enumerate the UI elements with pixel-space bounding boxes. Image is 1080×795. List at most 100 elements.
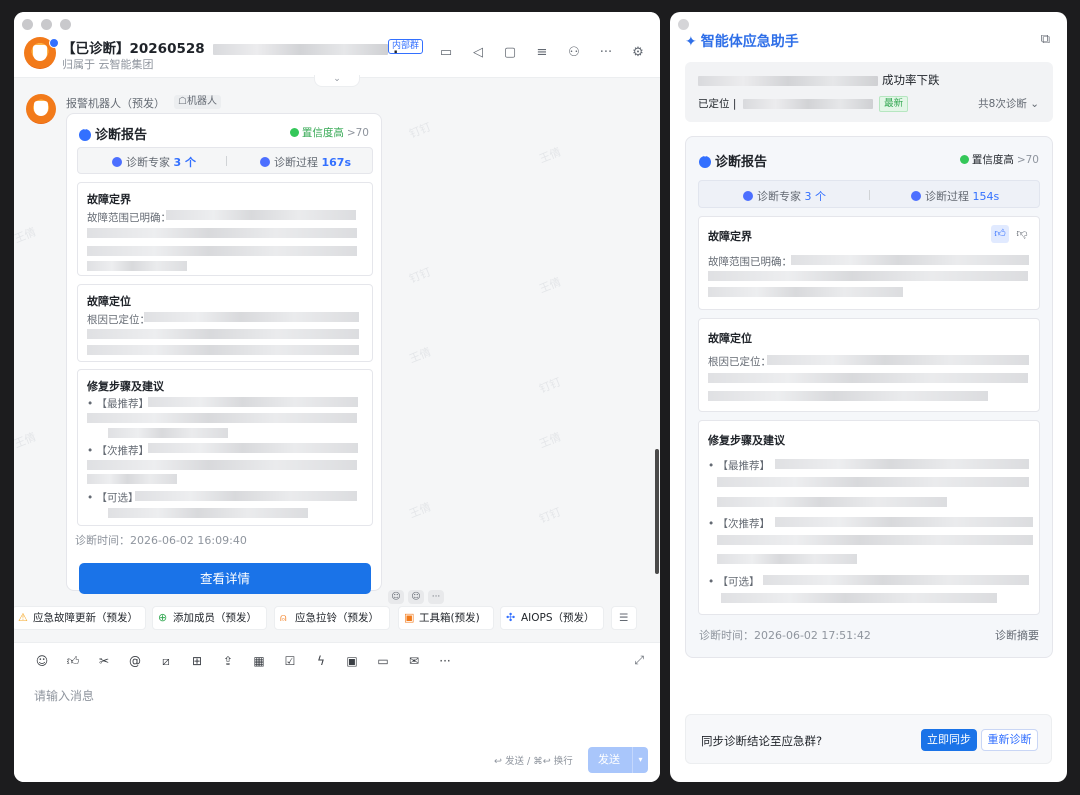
fault-location-section: 故障定位 根因已定位：: [77, 284, 373, 362]
avatar-badge: [49, 38, 59, 48]
upload-icon[interactable]: ⇪: [220, 653, 236, 669]
reply-icon[interactable]: ☺: [408, 590, 424, 604]
section-title: 故障定界: [87, 193, 131, 206]
fault-location-section: 故障定位 根因已定位：: [698, 318, 1040, 412]
calendar-icon[interactable]: ▦: [251, 653, 267, 669]
diagnosis-summary-link[interactable]: 诊断摘要: [995, 627, 1039, 643]
section-line: 故障范围已明确：: [708, 256, 792, 268]
aiops-icon: ✣: [506, 611, 516, 624]
rediagnose-button[interactable]: 重新诊断: [981, 729, 1038, 751]
recommendation-item: • 【可选】: [708, 576, 760, 588]
redacted-text: [791, 255, 1029, 265]
watermark-text: 钉钉: [537, 375, 563, 396]
more-icon[interactable]: ···: [428, 590, 444, 604]
more-icon[interactable]: ···: [598, 45, 614, 61]
card-title: 诊断报告: [79, 124, 147, 143]
watermark-text: 王倩: [537, 275, 563, 296]
recommendation-item: • 【可选】: [87, 492, 139, 504]
quick-action-emergency-bell[interactable]: ⍝ 应急拉铃（预发）: [274, 606, 390, 630]
minimize-window-button[interactable]: [41, 19, 52, 30]
zoom-window-button[interactable]: [60, 19, 71, 30]
experts-stat[interactable]: 诊断专家 3 个: [743, 188, 826, 204]
quick-action-fault-update[interactable]: ⚠ 应急故障更新（预发）: [14, 606, 146, 630]
mention-icon[interactable]: @: [127, 653, 143, 669]
expand-icon[interactable]: ⤢: [634, 653, 644, 668]
diagnosis-count-dropdown[interactable]: 共8次诊断 ⌄: [978, 96, 1039, 111]
section-title: 修复步骤及建议: [708, 434, 785, 447]
folder-icon[interactable]: ▢: [502, 45, 518, 61]
sync-prompt: 同步诊断结论至应急群? 立即同步 重新诊断: [685, 714, 1052, 764]
video-call-icon[interactable]: ▭: [375, 653, 391, 669]
scrollbar[interactable]: [655, 449, 659, 574]
emoji-icon[interactable]: ☺: [388, 590, 404, 604]
video-icon[interactable]: ▭: [438, 45, 454, 61]
report-icon: [79, 125, 91, 141]
message-input[interactable]: 请输入消息: [34, 687, 94, 704]
speaker-icon[interactable]: ◁: [470, 45, 486, 61]
process-icon: [260, 157, 270, 167]
redacted-text: [717, 554, 857, 564]
assistant-panel: ✦智能体应急助手 ⧉ 成功率下跌 已定位 | 最新 共8次诊断 ⌄ 诊断报告 置…: [670, 12, 1067, 782]
emoji-icon[interactable]: ☺: [34, 653, 50, 669]
search-doc-icon[interactable]: ≡: [534, 45, 550, 61]
experts-stat[interactable]: 诊断专家 3 个: [112, 154, 196, 170]
watermark-text: 钉钉: [537, 505, 563, 526]
redacted-text: [742, 99, 873, 109]
quick-action-add-member[interactable]: ⊕ 添加成员（预发）: [152, 606, 267, 630]
scissors-icon[interactable]: ✂: [96, 653, 112, 669]
quick-action-toolbox[interactable]: ▣ 工具箱(预发): [398, 606, 494, 630]
menu-icon[interactable]: ☰: [611, 606, 637, 630]
confidence-value: >70: [1016, 154, 1039, 166]
process-stat[interactable]: 诊断过程 167s: [260, 154, 351, 170]
experts-label: 诊断专家: [126, 156, 170, 169]
bot-avatar[interactable]: [26, 94, 56, 124]
group-title[interactable]: 【已诊断】20260528 .: [62, 37, 398, 57]
thumbs-up-icon[interactable]: 👍︎: [65, 653, 81, 669]
send-button[interactable]: 发送 ▾: [588, 747, 648, 773]
experts-label: 诊断专家: [757, 190, 801, 203]
card-title: 诊断报告: [699, 151, 767, 170]
window-controls[interactable]: [22, 19, 71, 30]
lightning-icon[interactable]: ϟ: [313, 653, 329, 669]
sparkle-icon: ✦: [685, 34, 697, 50]
section-line: 根因已定位：: [708, 356, 771, 368]
thumbs-down-icon[interactable]: 👎︎: [1013, 225, 1031, 243]
latest-tag: 最新: [879, 96, 909, 112]
process-label: 诊断过程: [274, 156, 318, 169]
confidence-dot-icon: [959, 155, 969, 164]
section-title: 故障定位: [87, 295, 131, 308]
chevron-down-icon: ⌄: [1030, 98, 1039, 110]
thumbs-up-icon[interactable]: 👍︎: [991, 225, 1009, 243]
diagnosis-card: 诊断报告 置信度高>70 诊断专家 3 个 诊断过程 167s 故障定界 故障范…: [66, 113, 382, 594]
process-value: 154s: [972, 190, 1000, 203]
redacted-text: [87, 413, 357, 423]
quick-action-aiops[interactable]: ✣ AIOPS（预发）: [500, 606, 604, 630]
add-member-icon[interactable]: ⚇: [566, 45, 582, 61]
more-icon[interactable]: ···: [437, 653, 453, 669]
repair-steps-section: 修复步骤及建议 • 【最推荐】 • 【次推荐】 • 【可选】: [77, 369, 373, 526]
chevron-down-icon[interactable]: ⌄: [314, 75, 360, 87]
quick-action-label: 添加成员（预发）: [173, 612, 257, 624]
new-window-icon[interactable]: ⧉: [1041, 32, 1050, 47]
redacted-text: [775, 459, 1029, 469]
internal-group-tag: 内部群: [388, 39, 424, 54]
quick-action-label: 应急拉铃（预发）: [295, 612, 379, 624]
chevron-down-icon[interactable]: ▾: [632, 747, 648, 773]
settings-icon[interactable]: ⚙: [630, 45, 646, 61]
watermark-text: 钉钉: [407, 120, 433, 141]
recommendation-item: • 【最推荐】: [87, 398, 150, 410]
summary-line1: 成功率下跌: [698, 72, 940, 88]
process-stat[interactable]: 诊断过程 154s: [911, 188, 999, 204]
confidence-value: >70: [346, 127, 369, 139]
redacted-text: [763, 575, 1029, 585]
diagnosis-summary[interactable]: 成功率下跌 已定位 | 最新 共8次诊断 ⌄: [685, 62, 1053, 122]
slash-command-icon[interactable]: ⧄: [158, 653, 174, 669]
task-check-icon[interactable]: ☑: [282, 653, 298, 669]
live-icon[interactable]: ▣: [344, 653, 360, 669]
send-label: 发送: [598, 753, 620, 766]
sync-now-button[interactable]: 立即同步: [921, 729, 977, 751]
close-window-button[interactable]: [22, 19, 33, 30]
mail-icon[interactable]: ✉: [406, 653, 422, 669]
add-doc-icon[interactable]: ⊞: [189, 653, 205, 669]
view-details-button[interactable]: 查看详情: [79, 563, 371, 594]
